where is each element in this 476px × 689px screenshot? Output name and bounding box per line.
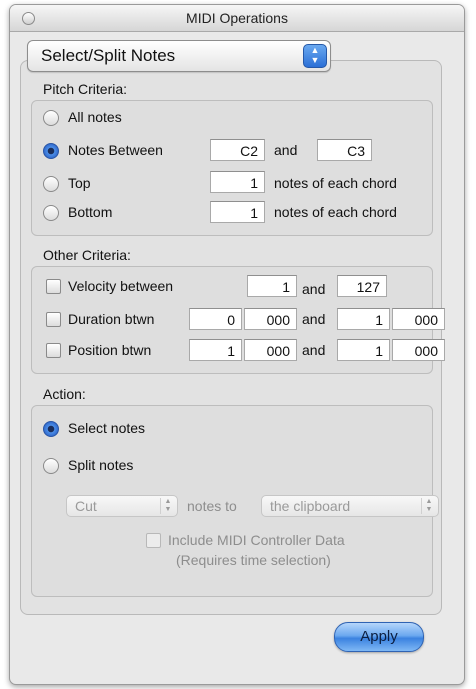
position-min-bars-field[interactable]: 1 — [189, 339, 242, 361]
radio-notes-between[interactable] — [43, 143, 59, 159]
up-down-arrows-icon: ▲ ▼ — [303, 44, 327, 68]
top-suffix-label: notes of each chord — [274, 175, 397, 191]
pitch-criteria-label: Pitch Criteria: — [43, 81, 128, 97]
pitch-and-label: and — [274, 142, 298, 158]
destination-select[interactable]: the clipboard ▲ ▼ — [261, 495, 439, 517]
radio-select-notes[interactable] — [43, 421, 59, 437]
duration-label: Duration btwn — [68, 311, 155, 327]
operation-select-value: Select/Split Notes — [41, 46, 176, 65]
split-mode-select[interactable]: Cut ▲ ▼ — [66, 495, 178, 517]
duration-min-bars-field[interactable]: 0 — [189, 308, 242, 330]
other-criteria-label: Other Criteria: — [43, 247, 131, 263]
radio-all-notes[interactable] — [43, 110, 59, 126]
velocity-min-field[interactable]: 1 — [247, 275, 297, 297]
apply-button[interactable]: Apply — [334, 622, 424, 652]
action-label: Action: — [43, 386, 86, 402]
destination-value: the clipboard — [270, 498, 351, 514]
duration-max-ticks-field[interactable]: 000 — [392, 308, 445, 330]
top-label: Top — [68, 175, 91, 191]
radio-split-notes[interactable] — [43, 458, 59, 474]
position-max-ticks-field[interactable]: 000 — [392, 339, 445, 361]
split-mode-value: Cut — [75, 498, 97, 514]
duration-and-label: and — [302, 311, 326, 327]
bottom-suffix-label: notes of each chord — [274, 204, 397, 220]
operation-select[interactable]: Select/Split Notes ▲ ▼ — [27, 40, 331, 72]
title-bar[interactable]: MIDI Operations — [10, 5, 464, 32]
requires-selection-note: (Requires time selection) — [176, 552, 331, 568]
duration-min-ticks-field[interactable]: 000 — [244, 308, 297, 330]
include-controller-checkbox[interactable] — [146, 533, 161, 548]
velocity-and-label: and — [302, 281, 326, 297]
select-notes-label: Select notes — [68, 420, 146, 436]
notes-to-label: notes to — [187, 498, 237, 514]
velocity-max-field[interactable]: 127 — [337, 275, 387, 297]
position-checkbox[interactable] — [46, 343, 61, 358]
radio-bottom[interactable] — [43, 205, 59, 221]
up-down-arrows-icon: ▲ ▼ — [160, 498, 175, 514]
window-title: MIDI Operations — [186, 10, 288, 26]
high-pitch-field[interactable]: C3 — [317, 139, 372, 161]
split-notes-label: Split notes — [68, 457, 134, 473]
duration-checkbox[interactable] — [46, 312, 61, 327]
position-and-label: and — [302, 342, 326, 358]
bottom-count-field[interactable]: 1 — [210, 201, 265, 223]
bottom-label: Bottom — [68, 204, 113, 220]
notes-between-label: Notes Between — [68, 142, 163, 158]
radio-top[interactable] — [43, 176, 59, 192]
velocity-checkbox[interactable] — [46, 279, 61, 294]
duration-max-bars-field[interactable]: 1 — [337, 308, 390, 330]
up-down-arrows-icon: ▲ ▼ — [421, 498, 436, 514]
position-max-bars-field[interactable]: 1 — [337, 339, 390, 361]
all-notes-label: All notes — [68, 109, 122, 125]
position-min-ticks-field[interactable]: 000 — [244, 339, 297, 361]
top-count-field[interactable]: 1 — [210, 171, 265, 193]
position-label: Position btwn — [68, 342, 152, 358]
include-controller-label: Include MIDI Controller Data — [168, 532, 345, 548]
low-pitch-field[interactable]: C2 — [210, 139, 265, 161]
velocity-label: Velocity between — [68, 278, 174, 294]
